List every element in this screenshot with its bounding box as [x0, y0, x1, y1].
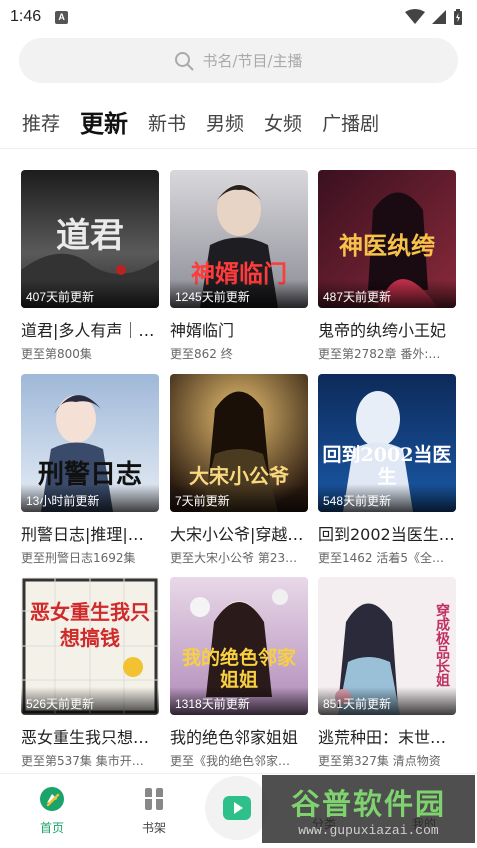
book-cover: 回到2002当医生 548天前更新	[318, 374, 456, 512]
bookshelf-icon	[145, 788, 163, 810]
update-time: 548天前更新	[318, 484, 456, 512]
nav-home[interactable]: 首页	[22, 786, 82, 836]
battery-icon	[454, 8, 462, 25]
tab-male[interactable]: 男频	[206, 104, 244, 144]
update-time: 851天前更新	[318, 687, 456, 715]
book-card[interactable]: 恶女重生我只想搞钱 526天前更新 恶女重生我只想… 更至第537集 集市开…	[21, 577, 159, 769]
book-progress: 更至《我的绝色邻家…	[170, 754, 291, 768]
notification-icon: A	[55, 10, 69, 24]
book-cover: 道君 407天前更新	[21, 170, 159, 308]
update-time: 526天前更新	[21, 687, 159, 715]
player-icon	[223, 796, 251, 820]
book-title: 回到2002当医生…	[318, 525, 455, 544]
nav-shelf-label: 书架	[141, 821, 166, 835]
watermark-url: www.gupuxiazai.com	[298, 822, 439, 838]
book-title: 神婿临门	[170, 321, 235, 340]
cover-title: 穿成极品长姐	[434, 603, 450, 687]
cover-title: 回到2002当医生	[322, 444, 452, 488]
book-progress: 更至第2782章 番外:…	[318, 347, 441, 361]
watermark-logo: 谷普软件园 www.gupuxiazai.com	[262, 775, 475, 843]
update-time: 407天前更新	[21, 280, 159, 308]
tab-female[interactable]: 女频	[264, 104, 302, 144]
book-progress: 更至862 终	[170, 347, 233, 361]
book-cover: 我的绝色邻家姐姐 1318天前更新	[170, 577, 308, 715]
book-cover: 穿成极品长姐 851天前更新	[318, 577, 456, 715]
book-progress: 更至大宋小公爷 第23…	[170, 551, 298, 565]
book-card[interactable]: 道君 407天前更新 道君|多人有声｜… 更至第800集	[21, 170, 159, 362]
nav-shelf[interactable]: 书架	[124, 786, 184, 836]
book-progress: 更至刑警日志1692集	[21, 551, 136, 565]
status-time: 1:46	[10, 8, 42, 25]
search-icon	[175, 51, 194, 70]
book-card[interactable]: 回到2002当医生 548天前更新 回到2002当医生… 更至1462 活着5《…	[318, 374, 456, 566]
cover-title: 神医纨绔	[339, 231, 435, 260]
update-time: 7天前更新	[170, 484, 308, 512]
book-cover: 神婿临门 1245天前更新	[170, 170, 308, 308]
book-progress: 更至第800集	[21, 347, 92, 361]
nav-home-label: 首页	[39, 821, 64, 835]
book-card[interactable]: 神婿临门 1245天前更新 神婿临门 更至862 终	[170, 170, 308, 362]
update-time: 1318天前更新	[170, 687, 308, 715]
cover-title: 道君	[56, 216, 124, 256]
book-cover: 刑警日志 13小时前更新	[21, 374, 159, 512]
tab-radio-drama[interactable]: 广播剧	[322, 104, 379, 144]
book-progress: 更至第537集 集市开…	[21, 754, 144, 768]
tab-recommend[interactable]: 推荐	[22, 104, 60, 144]
tab-new-books[interactable]: 新书	[148, 104, 186, 144]
status-bar: 1:46 A	[0, 0, 477, 34]
book-cover: 大宋小公爷 7天前更新	[170, 374, 308, 512]
cover-title: 恶女重生我只想搞钱	[30, 600, 150, 650]
update-time: 13小时前更新	[21, 484, 159, 512]
book-card[interactable]: 神医纨绔 487天前更新 鬼帝的纨绔小王妃 更至第2782章 番外:…	[318, 170, 456, 362]
book-cover: 神医纨绔 487天前更新	[318, 170, 456, 308]
status-icons	[405, 8, 463, 26]
book-title: 刑警日志|推理|…	[21, 525, 144, 544]
update-time: 1245天前更新	[170, 280, 308, 308]
tab-update[interactable]: 更新	[80, 104, 128, 144]
book-title: 道君|多人有声｜…	[21, 321, 155, 340]
book-progress: 更至1462 活着5《全…	[318, 551, 444, 565]
book-card[interactable]: 穿成极品长姐 851天前更新 逃荒种田：末世… 更至第327集 清点物资	[318, 577, 456, 769]
book-title: 恶女重生我只想…	[21, 728, 150, 747]
update-time: 487天前更新	[318, 280, 456, 308]
book-card[interactable]: 大宋小公爷 7天前更新 大宋小公爷|穿越… 更至大宋小公爷 第23…	[170, 374, 308, 566]
search-input[interactable]: 书名/节目/主播	[19, 38, 458, 83]
book-cover: 恶女重生我只想搞钱 526天前更新	[21, 577, 159, 715]
book-title: 我的绝色邻家姐姐	[170, 728, 299, 747]
book-title: 鬼帝的纨绔小王妃	[318, 321, 447, 340]
cover-title: 我的绝色邻家姐姐	[181, 647, 296, 691]
play-button[interactable]	[205, 776, 269, 840]
book-card[interactable]: 我的绝色邻家姐姐 1318天前更新 我的绝色邻家姐姐 更至《我的绝色邻家…	[170, 577, 308, 769]
search-placeholder: 书名/节目/主播	[202, 52, 303, 70]
tabs-divider	[0, 148, 477, 149]
book-card[interactable]: 刑警日志 13小时前更新 刑警日志|推理|… 更至刑警日志1692集	[21, 374, 159, 566]
home-icon	[40, 787, 64, 811]
book-progress: 更至第327集 清点物资	[318, 754, 441, 768]
category-tabs: 推荐 更新 新书 男频 女频 广播剧	[22, 100, 399, 144]
watermark-title: 谷普软件园	[290, 786, 446, 821]
wifi-icon	[405, 9, 425, 24]
book-title: 大宋小公爷|穿越…	[170, 525, 304, 544]
book-title: 逃荒种田：末世…	[318, 728, 447, 747]
signal-icon	[432, 10, 446, 24]
